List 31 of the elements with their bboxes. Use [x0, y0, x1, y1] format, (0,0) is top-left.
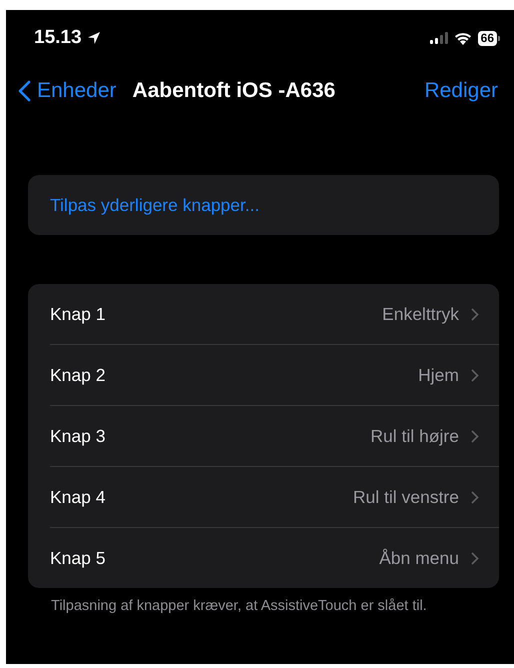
row-value: Enkelttryk: [382, 304, 459, 324]
chevron-right-icon: [471, 308, 479, 320]
chevron-left-icon: [18, 80, 31, 102]
row-value: Hjem: [418, 364, 459, 386]
location-arrow-icon: [86, 31, 101, 45]
row-label: Knap 3: [50, 426, 106, 446]
row-label: Knap 2: [50, 364, 106, 386]
status-time: 15.13: [34, 27, 82, 49]
back-button[interactable]: Enheder: [18, 79, 116, 103]
edit-button[interactable]: Rediger: [424, 79, 498, 103]
customize-link[interactable]: Tilpas yderligere knapper...: [50, 194, 260, 216]
battery-icon: 66: [478, 30, 500, 46]
row-label: Knap 5: [50, 548, 106, 568]
list-row[interactable]: Knap 4 Rul til venstre: [50, 467, 499, 528]
chevron-right-icon: [471, 490, 479, 504]
row-value: Åbn menu: [379, 548, 459, 568]
chevron-right-icon: [471, 368, 479, 382]
nav-title: Aabentoft iOS -A636: [132, 79, 336, 103]
footer-note: Tilpasning af knapper kræver, at AssistiveTouch er slået til.: [51, 598, 428, 615]
chevron-right-icon: [471, 430, 479, 442]
row-value: Rul til højre: [370, 426, 459, 446]
list-row[interactable]: Knap 2 Hjem: [50, 345, 499, 406]
list-row[interactable]: Knap 1 Enkelttryk: [50, 284, 499, 345]
row-label: Knap 1: [50, 304, 106, 324]
list-row[interactable]: Knap 3 Rul til højre: [50, 406, 499, 467]
wifi-icon: [454, 31, 472, 45]
chevron-right-icon: [471, 552, 479, 564]
signal-icon: [430, 32, 448, 44]
row-value: Rul til venstre: [352, 486, 459, 508]
row-label: Knap 4: [50, 486, 106, 508]
list-row[interactable]: Knap 5 Åbn menu: [50, 528, 499, 588]
